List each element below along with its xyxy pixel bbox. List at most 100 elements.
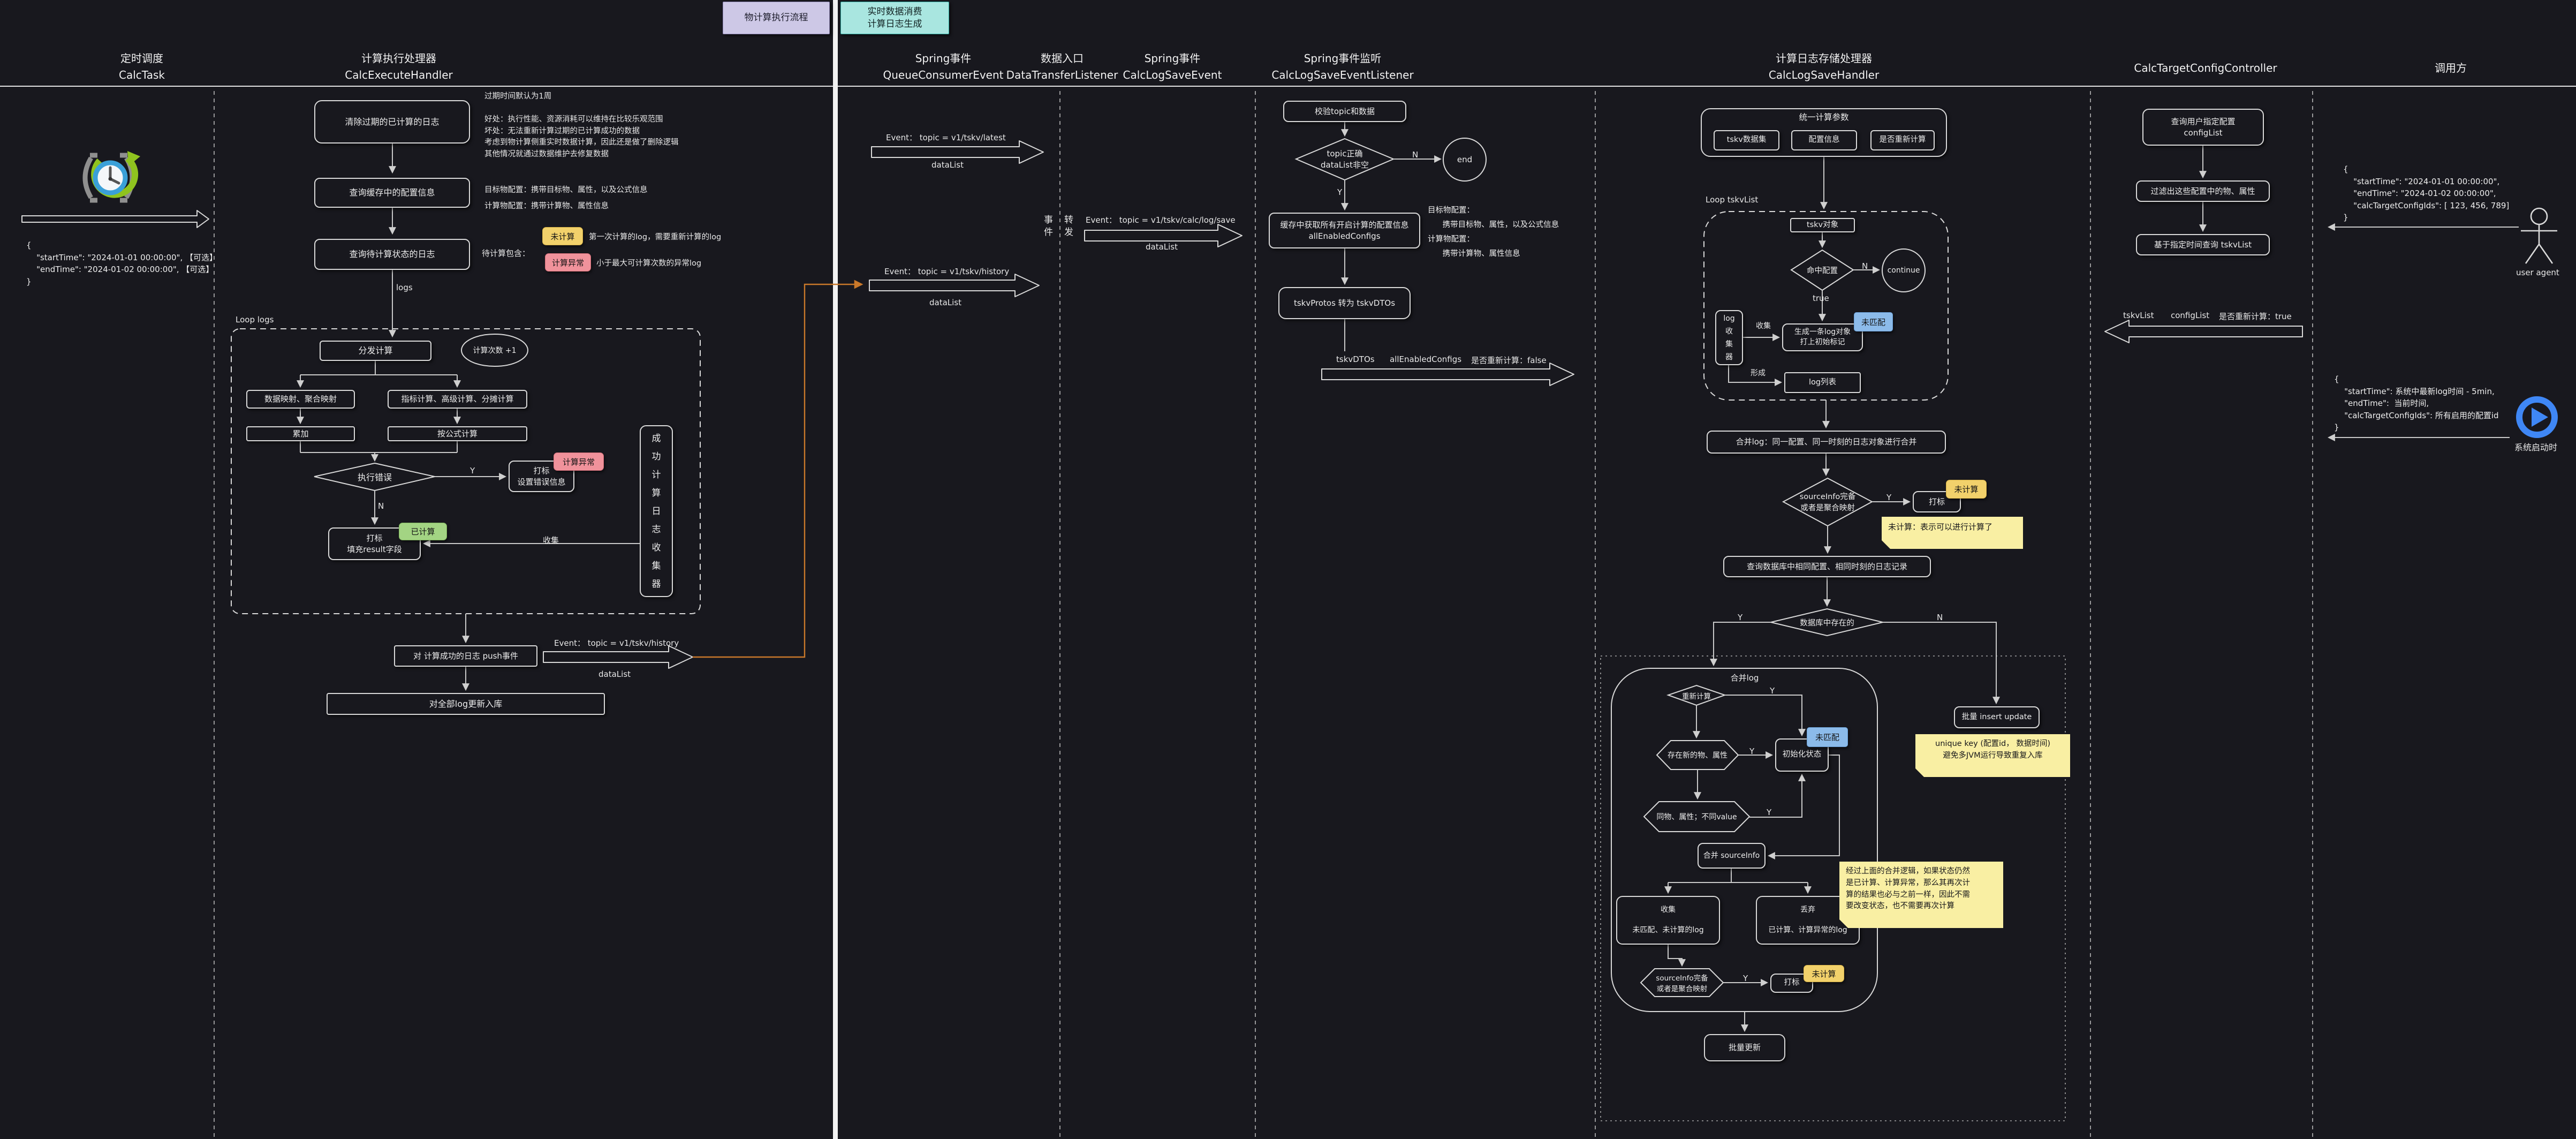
label-event-history-data: dataList [929, 298, 961, 307]
label-event-save: Event： topic = v1/tskv/calc/log/save [1086, 214, 1236, 225]
label-sourceinfo-check: sourceInfo完备 或者是聚合映射 [1779, 490, 1876, 514]
note-merge-logic: 经过上面的合并逻辑，如果状态仍然 是已计算、计算异常，那么其再次计 算的结果也必… [1839, 862, 2003, 928]
node-tskv-object: tskv对象 [1790, 218, 1855, 232]
label-sourceinfo2-y: Y [1743, 974, 1748, 983]
node-indicator-calc: 指标计算、高级计算、分摊计算 [388, 390, 527, 409]
node-gen-log: 生成一条log对象 打上初始标记 [1782, 323, 1863, 351]
section-divider [833, 0, 838, 1139]
clock-icon [85, 151, 140, 200]
lane-controller-header: CalcTargetConfigController [2134, 60, 2277, 77]
node-query-user-config: 查询用户指定配置 configList [2142, 109, 2264, 146]
label-hit-config: 命中配置 [1791, 263, 1853, 276]
node-data-mapping: 数据映射、聚合映射 [246, 390, 355, 409]
label-exec-y: Y [470, 466, 475, 476]
label-unified-params: 统一计算参数 [1770, 110, 1877, 123]
node-collect-logs: 收集 未匹配、未计算的log [1616, 896, 1720, 945]
node-accumulate: 累加 [246, 426, 355, 441]
label-logs: logs [396, 283, 413, 292]
label-hit-true: true [1813, 293, 1829, 303]
label-exec-n: N [378, 501, 384, 511]
note-clean: 过期时间默认为1周 好处：执行性能、资源消耗可以维持在比较乐观范围 坏处：无法重… [484, 91, 679, 160]
node-success-log-collector: 成 功 计 算 日 志 收 集 器 [640, 425, 673, 597]
label-system-startup: 系统启动时 [2514, 440, 2557, 453]
note-listener-configs: 目标物配置： 携带目标物、属性，以及公式信息 计算物配置： 携带计算物、属性信息 [1428, 203, 1559, 261]
lane-exec-header: 计算执行处理器 CalcExecuteHandler [345, 50, 453, 84]
user-agent-icon [2521, 208, 2557, 263]
badge-calc-error-2: 计算异常 [554, 452, 604, 471]
badge-calculated: 已计算 [399, 523, 447, 540]
label-merge-container: 合并log [1691, 672, 1798, 683]
label-topic-check: topic正确 dataList非空 [1297, 147, 1393, 171]
node-query-tskvlist: 基于指定时间查询 tskvList [2136, 234, 2270, 255]
node-get-enabled-configs: 缓存中获取所有开启计算的配置信息 allEnabledConfigs [1269, 213, 1420, 248]
node-validate-topic: 校验topic和数据 [1283, 101, 1406, 122]
node-convert-dtos: tskvProtos 转为 tskvDTOs [1278, 287, 1411, 319]
lane-handler-header: 计算日志存储处理器 CalcLogSaveHandler [1769, 50, 1879, 84]
node-batch-update: 批量更新 [1704, 1034, 1785, 1061]
label-recalc: 重新计算 [1667, 690, 1726, 701]
label-ret-tskvlist: tskvList [2123, 311, 2154, 320]
arrow-event-history [869, 274, 1039, 297]
note-cache: 目标物配置：携带目标物、属性，以及公式信息 计算物配置：携带计算物、属性信息 [484, 182, 648, 214]
caller-json-startup: { "startTime": 系统中最新log时间 - 5min, "endTi… [2334, 373, 2499, 434]
play-icon [2519, 399, 2555, 435]
note-unique-key: unique key (配置id， 数据时间) 避免多JVM运行导致重复入库 [1915, 734, 2070, 777]
lane-task-header: 定时调度 CalcTask [119, 50, 165, 84]
arrow-push-history [543, 646, 693, 668]
label-pass-configs: allEnabledConfigs [1390, 354, 1461, 364]
label-push-datalist: dataList [598, 669, 631, 679]
note-notcalc: 未计算：表示可以进行计算了 [1882, 517, 2023, 549]
badge-flow-right: 实时数据消费 计算日志生成 [840, 2, 949, 34]
node-query-cache: 查询缓存中的配置信息 [314, 178, 470, 208]
label-listener-n: N [1412, 150, 1418, 160]
node-param-recalc: 是否重新计算 [1870, 130, 1935, 150]
node-param-tskv: tskv数据集 [1714, 130, 1779, 150]
label-pass-tskvdtos: tskvDTOs [1336, 354, 1375, 364]
label-notcalc-desc: 第一次计算的log，需要重新计算的log [589, 231, 721, 242]
arrow-listener-handler [1322, 363, 1574, 386]
label-form: 形成 [1751, 367, 1766, 378]
label-err-desc: 小于最大可计算次数的异常log [596, 257, 701, 268]
label-event-save-data: dataList [1146, 242, 1178, 252]
label-exec-error: 执行错误 [316, 469, 434, 484]
node-push-event: 对 计算成功的日志 push事件 [394, 645, 537, 667]
node-query-pending-logs: 查询待计算状态的日志 [314, 239, 470, 270]
badge-notcalc-1: 未计算 [1946, 480, 1987, 499]
label-event-latest: Event： topic = v1/tskv/latest [886, 132, 1006, 143]
caller-json-manual: { "startTime": "2024-01-01 00:00:00", "e… [2343, 163, 2509, 224]
node-merge-sourceinfo: 合并 sourceInfo [1698, 843, 1766, 869]
badge-calc-error: 计算异常 [545, 253, 591, 271]
lane-queue-header: Spring事件 QueueConsumerEvent [883, 50, 1004, 84]
label-forward-a: 事 件 [1044, 214, 1053, 239]
label-ret-configlist: configList [2171, 311, 2209, 320]
arrow-task-to-exec [22, 210, 209, 228]
label-pending: 待计算包含： [482, 247, 530, 259]
lane-saveevent-header: Spring事件 CalcLogSaveEvent [1123, 50, 1222, 84]
label-push-event-topic: Event： topic = v1/tskv/history [554, 637, 679, 648]
diagram-canvas: 物计算执行流程 实时数据消费 计算日志生成 定时调度 CalcTask 计算执行… [0, 0, 2576, 1139]
orange-link [693, 284, 862, 657]
connector-layer [0, 0, 2576, 1139]
arrow-controller-return [2105, 320, 2302, 343]
label-user-agent: user agent [2516, 268, 2559, 277]
node-filter-attrs: 过滤出这些配置中的物、属性 [2136, 180, 2270, 202]
label-newattr-y: Y [1749, 746, 1754, 756]
node-batch-insert: 批量 insert update [1954, 706, 2040, 728]
badge-notcalc-2: 未计算 [1804, 965, 1844, 982]
label-forward-b: 转 发 [1064, 214, 1073, 239]
lane-transfer-header: 数据入口 DataTransferListener [1006, 50, 1118, 84]
label-event-latest-data: dataList [931, 160, 964, 170]
label-counter: 计算次数 +1 [461, 343, 528, 358]
label-loop-tskvlist: Loop tskvList [1706, 195, 1758, 205]
node-log-collector: log 收 集 器 [1715, 310, 1743, 365]
label-sourceinfo2: sourceInfo完备 或者是聚合映射 [1635, 971, 1729, 994]
label-same-attr: 同物、属性；不同value [1644, 811, 1749, 823]
label-pass-recalc-false: 是否重新计算：false [1471, 354, 1547, 366]
label-db-exists: 数据库中存在的 [1771, 616, 1883, 629]
node-log-list: log列表 [1784, 372, 1861, 393]
label-end: end [1449, 152, 1481, 167]
label-collect: 收集 [543, 534, 559, 546]
node-clean-expired: 清除过期的已计算的日志 [314, 100, 470, 144]
badge-flow-left: 物计算执行流程 [723, 2, 830, 34]
label-exists-n: N [1937, 613, 1943, 622]
